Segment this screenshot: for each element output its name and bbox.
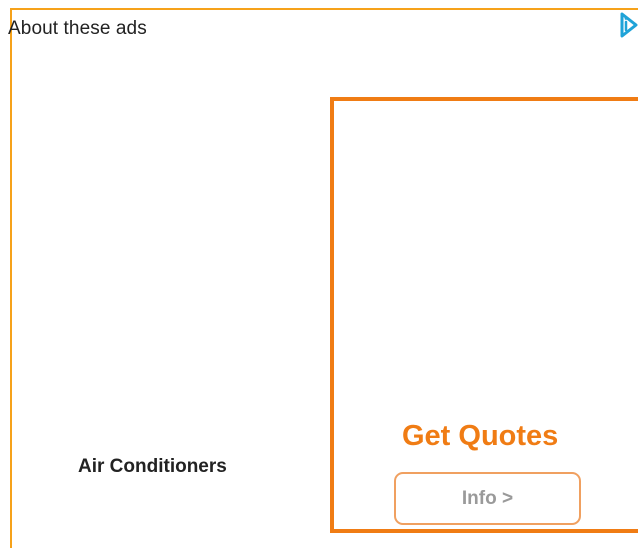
adchoices-icon[interactable] — [620, 12, 638, 38]
get-quotes-heading[interactable]: Get Quotes — [402, 420, 558, 453]
about-these-ads-link[interactable]: About these ads — [8, 18, 147, 40]
product-title: Air Conditioners — [78, 456, 227, 477]
cta-box[interactable] — [330, 97, 638, 533]
info-button[interactable]: Info > — [394, 472, 581, 525]
